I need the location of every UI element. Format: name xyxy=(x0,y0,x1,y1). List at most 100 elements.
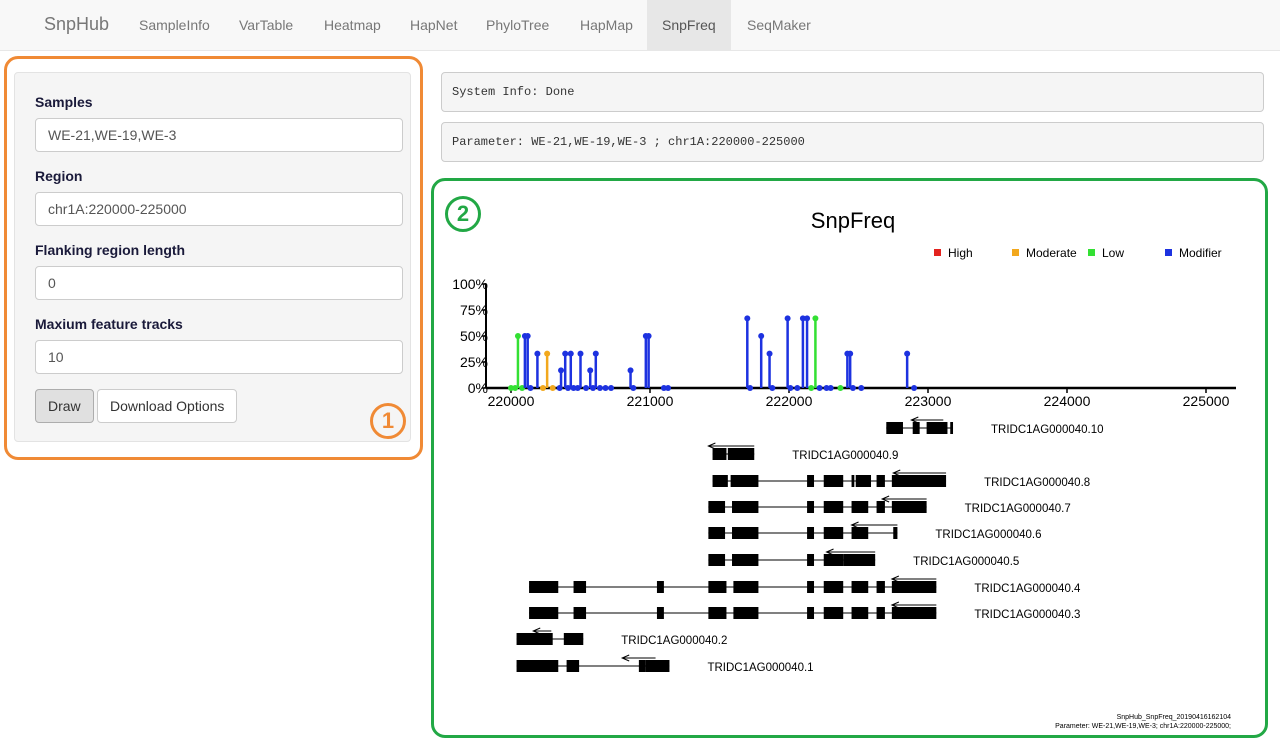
transcript-label: TRIDC1AG000040.10 xyxy=(991,424,1104,436)
snp-point xyxy=(747,385,754,391)
transcript-label: TRIDC1AG000040.1 xyxy=(707,662,813,674)
snp-point xyxy=(808,385,815,391)
exon-block xyxy=(708,527,726,539)
exon-block xyxy=(656,581,664,593)
transcript-label: TRIDC1AG000040.6 xyxy=(935,529,1041,541)
transcript-track: TRIDC1AG000040.6 xyxy=(708,521,1042,541)
snp-point xyxy=(596,385,603,391)
snp-point xyxy=(630,385,637,391)
exon-block xyxy=(876,501,885,513)
x-tick-label: 223000 xyxy=(905,393,952,409)
transcript-label: TRIDC1AG000040.8 xyxy=(984,477,1090,489)
exon-block xyxy=(876,607,885,619)
exon-block xyxy=(732,501,759,513)
transcript-label: TRIDC1AG000040.3 xyxy=(974,609,1080,621)
snp-point xyxy=(583,385,590,391)
snp-point xyxy=(794,385,801,391)
exon-block xyxy=(807,607,815,619)
snp-point xyxy=(911,385,918,391)
snp-point xyxy=(804,315,811,322)
snp-point xyxy=(627,367,634,374)
exon-block xyxy=(851,475,855,487)
exon-block xyxy=(638,660,646,672)
legend-label-high: High xyxy=(948,246,973,260)
exon-block xyxy=(950,422,954,434)
exon-block xyxy=(807,501,815,513)
transcript-track: TRIDC1AG000040.9 xyxy=(707,442,898,462)
snp-point xyxy=(812,315,819,322)
snp-point xyxy=(577,350,584,357)
snp-point xyxy=(592,350,599,357)
snp-point xyxy=(587,367,594,374)
exon-block xyxy=(891,581,937,593)
exon-block xyxy=(855,475,872,487)
transcript-track: TRIDC1AG000040.5 xyxy=(708,548,1019,568)
transcript-label: TRIDC1AG000040.4 xyxy=(974,583,1081,595)
exon-block xyxy=(573,581,587,593)
legend-label-modifier: Modifier xyxy=(1179,246,1222,260)
snp-point xyxy=(744,315,751,322)
exon-block xyxy=(926,422,948,434)
legend-label-low: Low xyxy=(1102,246,1124,260)
x-tick-label: 220000 xyxy=(488,393,535,409)
snp-point xyxy=(514,333,521,339)
exon-block xyxy=(876,475,885,487)
snp-point xyxy=(858,385,865,391)
plot-legend: High Moderate Low Modifier xyxy=(934,246,1222,260)
exon-block xyxy=(851,527,869,539)
snp-point xyxy=(827,385,834,391)
plot-footer-parameter: Parameter: WE-21,WE-19,WE-3; chr1A:22000… xyxy=(1055,723,1231,730)
exon-block xyxy=(807,581,815,593)
gene-models: TRIDC1AG000040.10 TRIDC1AG000040.9 TRIDC1A… xyxy=(516,416,1104,674)
exon-block xyxy=(823,581,844,593)
y-tick-label: 100% xyxy=(452,276,488,292)
exon-block xyxy=(893,527,898,539)
snp-point xyxy=(787,385,794,391)
transcript-track: TRIDC1AG000040.8 xyxy=(712,469,1090,489)
transcript-track: TRIDC1AG000040.10 xyxy=(886,416,1104,436)
exon-block xyxy=(823,607,844,619)
exon-block xyxy=(823,527,844,539)
x-tick-label: 221000 xyxy=(627,393,674,409)
exon-block xyxy=(807,554,815,566)
exon-block xyxy=(529,607,559,619)
snp-point xyxy=(524,333,531,339)
exon-block xyxy=(516,660,559,672)
y-tick-label: 75% xyxy=(460,302,488,318)
x-axis: 220000 221000 222000 223000 224000 225000 xyxy=(486,386,1236,409)
snp-point xyxy=(816,385,823,391)
exon-block xyxy=(891,501,927,513)
legend-swatch-high xyxy=(934,249,941,256)
transcript-label: TRIDC1AG000040.2 xyxy=(621,635,727,647)
snp-point xyxy=(758,333,765,339)
transcript-track: TRIDC1AG000040.3 xyxy=(529,601,1080,621)
snp-point xyxy=(769,385,776,391)
x-tick-label: 224000 xyxy=(1044,393,1091,409)
snp-point xyxy=(549,385,556,391)
snp-point xyxy=(527,385,534,391)
transcript-track: TRIDC1AG000040.2 xyxy=(516,627,727,647)
snp-point xyxy=(904,350,911,357)
exon-block xyxy=(823,501,844,513)
exon-block xyxy=(851,501,869,513)
y-tick-label: 0% xyxy=(468,380,488,396)
exon-block xyxy=(733,581,759,593)
exon-block xyxy=(656,607,664,619)
snp-point xyxy=(602,385,609,391)
transcript-track: TRIDC1AG000040.1 xyxy=(516,654,814,674)
exon-block xyxy=(912,422,920,434)
exon-block xyxy=(645,660,670,672)
exon-block xyxy=(708,581,727,593)
plot-footer-id: SnpHub_SnpFreq_20190416162104 xyxy=(1117,714,1232,721)
transcript-label: TRIDC1AG000040.9 xyxy=(792,450,898,462)
exon-block xyxy=(823,554,844,566)
exon-block xyxy=(708,607,727,619)
x-tick-label: 222000 xyxy=(766,393,813,409)
y-tick-label: 25% xyxy=(460,354,488,370)
exon-block xyxy=(708,554,726,566)
snp-lollipops xyxy=(508,315,918,391)
exon-block xyxy=(712,475,728,487)
snp-point xyxy=(665,385,672,391)
exon-block xyxy=(708,501,726,513)
legend-swatch-moderate xyxy=(1012,249,1019,256)
